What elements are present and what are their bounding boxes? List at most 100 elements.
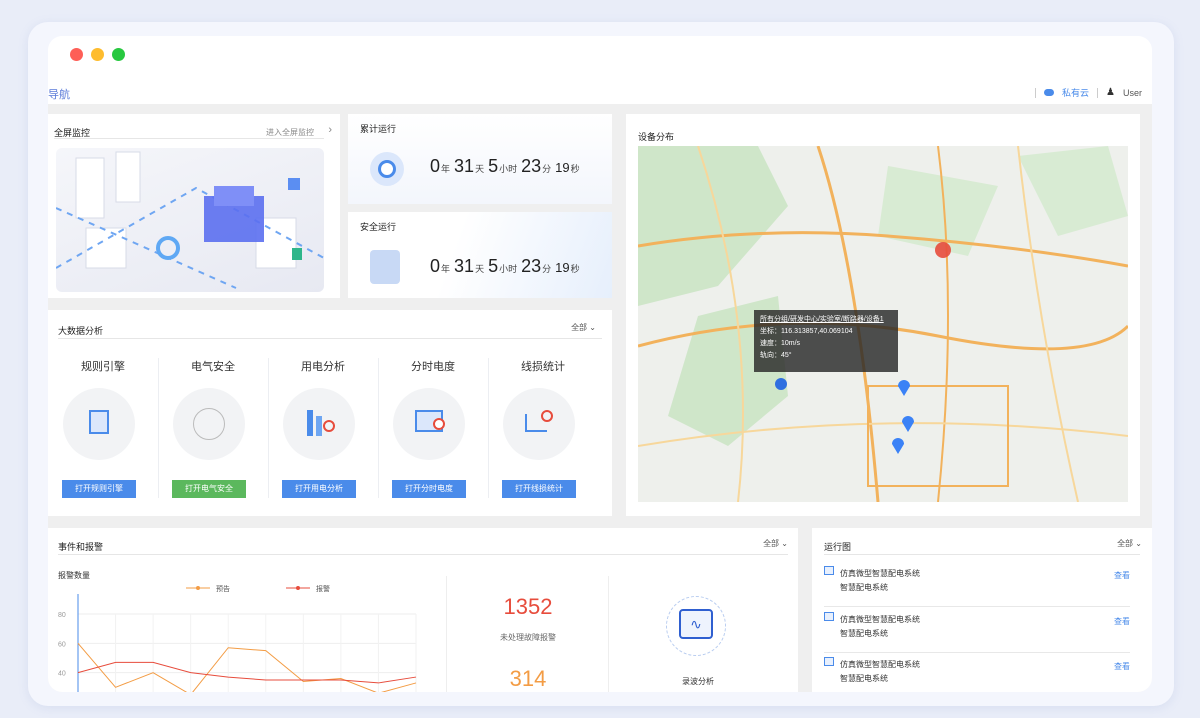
city-illustration[interactable]: [56, 148, 324, 292]
power-analysis-icon: [283, 388, 355, 460]
divider: [58, 554, 788, 555]
chevron-right-icon[interactable]: ›: [328, 124, 332, 136]
run-list-item[interactable]: 仿真微型智慧配电系统 智慧配电系统 查看: [824, 608, 1130, 653]
chevron-down-icon: ⌄: [1135, 539, 1142, 548]
view-link[interactable]: 查看: [1114, 661, 1130, 672]
diagram-icon: [824, 612, 834, 621]
open-electrical-safety-button[interactable]: 打开电气安全: [172, 480, 246, 498]
divider: [158, 358, 159, 498]
nav-label[interactable]: 导航: [48, 86, 70, 102]
shield-icon: [370, 250, 400, 284]
legend-label: 预告: [216, 584, 230, 593]
device-heading: 轨向：45°: [760, 352, 792, 359]
device-path[interactable]: 所有分组/研发中心/实验室/断路器/设备1: [760, 314, 892, 326]
run-item-title: 仿真微型智慧配电系统: [840, 569, 920, 578]
unit-label: 秒: [570, 264, 580, 274]
maximize-window-button[interactable]: [112, 48, 125, 61]
unit-label: 小时: [499, 164, 518, 174]
run-chart-panel: 运行图 全部 ⌄ 仿真微型智慧配电系统 智慧配电系统 查看 仿真微型智慧配电系统…: [812, 528, 1152, 692]
minutes-value: 23: [521, 256, 542, 276]
days-value: 31: [454, 256, 475, 276]
cloud-link[interactable]: 私有云: [1062, 86, 1089, 99]
module-name: 用电分析: [301, 361, 345, 373]
module-row: 规则引擎 打开规则引擎 电气安全 打开电气安全 用电分析 打开用电分析 分时电度…: [48, 358, 612, 508]
unit-label: 分: [542, 264, 552, 274]
divider: [54, 138, 324, 139]
run-item-subtitle: 智慧配电系统: [840, 629, 888, 638]
cloud-icon: [1044, 89, 1054, 96]
minutes-value: 23: [521, 156, 542, 176]
run-item-subtitle: 智慧配电系统: [840, 583, 888, 592]
divider: [268, 358, 269, 498]
run-list-item[interactable]: 仿真微型智慧配电系统 智慧配电系统 查看: [824, 653, 1130, 692]
view-link[interactable]: 查看: [1114, 570, 1130, 581]
user-icon: ♟: [1106, 87, 1115, 98]
series-line: [77, 643, 417, 692]
hours-value: 5: [488, 156, 499, 176]
open-line-loss-button[interactable]: 打开线损统计: [502, 480, 576, 498]
time-of-use-icon: [393, 388, 465, 460]
panel-title: 设备分布: [638, 132, 675, 142]
run-item-title: 仿真微型智慧配电系统: [840, 660, 920, 669]
legend-marker: [296, 586, 300, 590]
minimize-window-button[interactable]: [91, 48, 104, 61]
events-filter-dropdown[interactable]: 全部 ⌄: [763, 538, 788, 549]
unit-label: 年: [441, 164, 451, 174]
waveform-analysis-label[interactable]: 录波分析: [648, 676, 748, 687]
unit-label: 年: [441, 264, 451, 274]
close-window-button[interactable]: [70, 48, 83, 61]
divider: [1097, 87, 1099, 98]
seconds-value: 19: [555, 160, 570, 175]
device-map[interactable]: 所有分组/研发中心/实验室/断路器/设备1 坐标：116.313857,40.0…: [638, 146, 1128, 502]
run-filter-dropdown[interactable]: 全部 ⌄: [1117, 538, 1142, 549]
legend-label: 报警: [316, 584, 330, 593]
chevron-down-icon: ⌄: [781, 539, 788, 548]
panel-title: 事件和报警: [58, 542, 104, 552]
legend-marker: [196, 586, 200, 590]
fullscreen-monitor-panel: 全屏监控 进入全屏监控 ›: [48, 114, 340, 298]
events-alarms-panel: 事件和报警 全部 ⌄ 报警数量预告报警80604020 1352 未处理故障报警…: [48, 528, 798, 692]
electrical-safety-icon: [173, 388, 245, 460]
top-navigation-bar: 导航 私有云 ♟ User: [48, 82, 1152, 104]
module-name: 电气安全: [191, 361, 235, 373]
divider: [824, 554, 1140, 555]
alarm-chart: 报警数量预告报警80604020: [58, 570, 417, 692]
user-name[interactable]: User: [1123, 88, 1142, 98]
filter-label: 全部: [763, 539, 780, 548]
divider: [446, 576, 447, 692]
chevron-down-icon: ⌄: [589, 323, 596, 332]
view-link[interactable]: 查看: [1114, 616, 1130, 627]
dashboard-content: 全屏监控 进入全屏监控 › 累计运行 0年 31天 5小时 23分 19秒 安全…: [48, 104, 1152, 692]
y-tick-label: 40: [58, 671, 66, 678]
run-list-item[interactable]: 仿真微型智慧配电系统 智慧配电系统 查看: [824, 562, 1130, 607]
y-tick-label: 60: [58, 641, 66, 648]
diagram-icon: [824, 657, 834, 666]
divider: [378, 358, 379, 498]
rule-engine-icon: [63, 388, 135, 460]
device-distribution-panel: 设备分布 所有分组/研发中心/实验室/断路器/设备1 坐标：116.313857…: [626, 114, 1140, 516]
open-time-of-use-button[interactable]: 打开分时电度: [392, 480, 466, 498]
enter-fullscreen-link[interactable]: 进入全屏监控: [266, 127, 314, 138]
divider: [608, 576, 609, 692]
panel-title: 安全运行: [360, 222, 397, 232]
module-name: 分时电度: [411, 361, 455, 373]
module-name: 规则引擎: [81, 361, 125, 373]
divider: [58, 338, 602, 339]
secondary-alarm-count: 314: [509, 666, 547, 691]
panel-title: 运行图: [824, 542, 852, 552]
diagram-icon: [824, 566, 834, 575]
y-tick-label: 80: [58, 612, 66, 619]
unit-label: 天: [475, 264, 485, 274]
bigdata-filter-dropdown[interactable]: 全部 ⌄: [571, 322, 596, 333]
topbar-right: 私有云 ♟ User: [1035, 86, 1142, 99]
filter-label: 全部: [1117, 539, 1134, 548]
unit-label: 天: [475, 164, 485, 174]
open-power-analysis-button[interactable]: 打开用电分析: [282, 480, 356, 498]
days-value: 31: [454, 156, 475, 176]
run-item-title: 仿真微型智慧配电系统: [840, 615, 920, 624]
open-rule-engine-button[interactable]: 打开规则引擎: [62, 480, 136, 498]
waveform-icon[interactable]: ∿: [666, 596, 726, 656]
unit-label: 分: [542, 164, 552, 174]
timer-icon: [370, 152, 404, 186]
line-loss-icon: [503, 388, 575, 460]
